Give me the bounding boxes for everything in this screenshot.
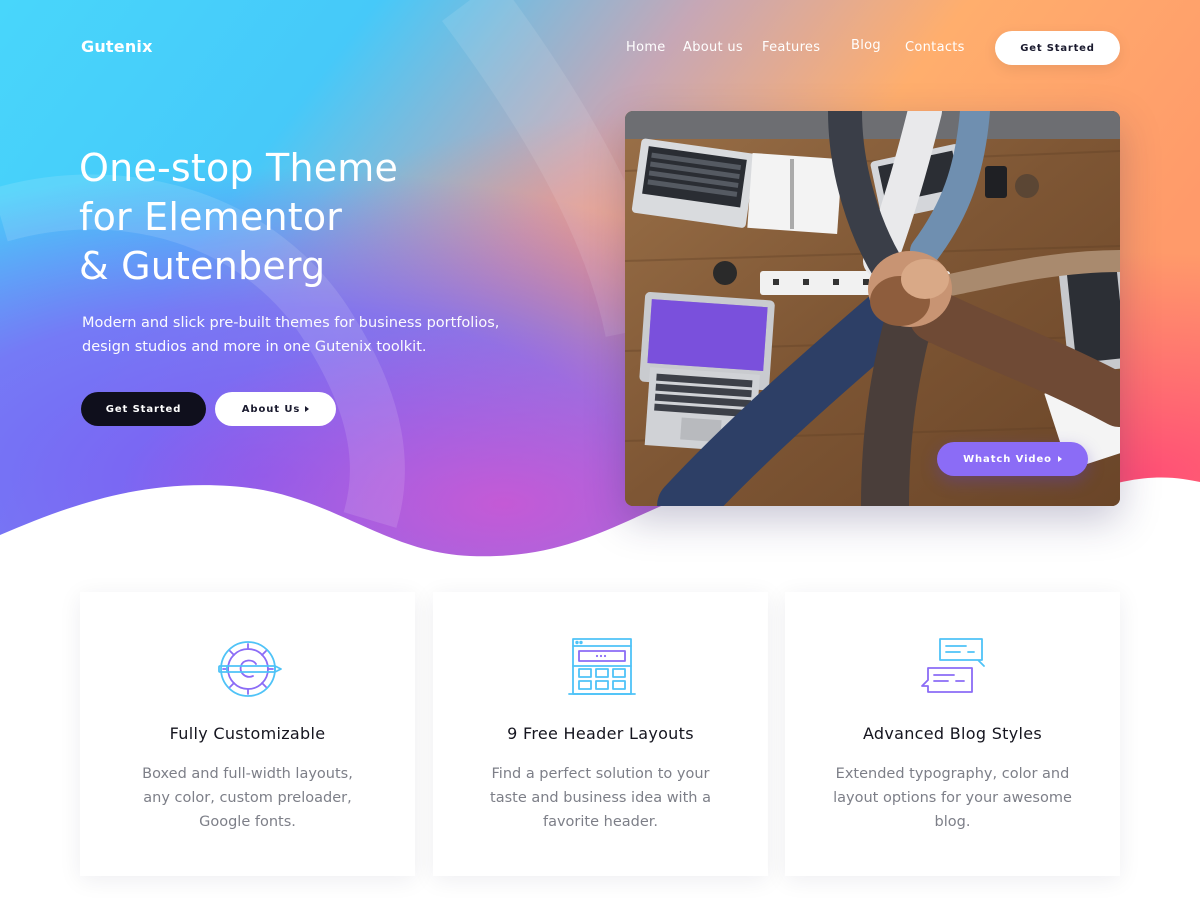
feature-description-line: Find a perfect solution to your [491, 766, 710, 782]
feature-description: Find a perfect solution to your taste an… [478, 762, 723, 834]
play-arrow-icon [1057, 456, 1062, 462]
feature-description-line: Boxed and full-width layouts, [142, 766, 353, 782]
header-get-started-button[interactable]: Get Started [995, 31, 1120, 65]
nav-item-about-us[interactable]: About us [683, 40, 743, 55]
hero-title-line: & Gutenberg [79, 244, 326, 288]
browser-layout-icon [566, 634, 636, 704]
feature-description-line: any color, custom preloader, [143, 790, 352, 806]
feature-description: Extended typography, color and layout op… [830, 762, 1075, 834]
feature-title: 9 Free Header Layouts [507, 724, 694, 743]
feature-card: 9 Free Header Layouts Find a perfect sol… [433, 592, 768, 876]
feature-description-line: Google fonts. [199, 814, 296, 830]
hero-subtitle-line: Modern and slick pre-built themes for bu… [82, 315, 500, 331]
hero-subtitle-line: design studios and more in one Gutenix t… [82, 339, 427, 355]
feature-title: Fully Customizable [169, 724, 326, 743]
hero-get-started-button[interactable]: Get Started [81, 392, 206, 426]
hero-subtitle: Modern and slick pre-built themes for bu… [82, 311, 542, 359]
chat-bubbles-icon [918, 634, 988, 704]
feature-description-line: layout options for your awesome [833, 790, 1072, 806]
feature-description: Boxed and full-width layouts, any color,… [125, 762, 370, 834]
feature-description-line: blog. [934, 814, 971, 830]
gear-pencil-icon [213, 634, 283, 704]
hero-title: One-stop Theme for Elementor & Gutenberg [79, 144, 559, 291]
feature-description-line: taste and business idea with a [490, 790, 711, 806]
hero-get-started-label: Get Started [105, 403, 182, 415]
hero-about-us-button[interactable]: About Us [215, 392, 336, 426]
watch-video-label: Whatch Video [963, 453, 1052, 465]
nav-item-home[interactable]: Home [626, 40, 666, 55]
feature-card: Advanced Blog Styles Extended typography… [785, 592, 1120, 876]
feature-card: Fully Customizable Boxed and full-width … [80, 592, 415, 876]
feature-description-line: favorite header. [542, 814, 658, 830]
hero-about-us-label: About Us [241, 403, 301, 415]
feature-description-line: Extended typography, color and [835, 766, 1070, 782]
play-arrow-icon [305, 406, 310, 412]
feature-title: Advanced Blog Styles [862, 724, 1043, 743]
hero-title-line: for Elementor [79, 195, 343, 239]
watch-video-button[interactable]: Whatch Video [937, 442, 1088, 476]
nav-item-features[interactable]: Features [762, 40, 820, 55]
nav-item-contacts[interactable]: Contacts [905, 40, 965, 55]
hero-title-line: One-stop Theme [79, 146, 399, 190]
nav-item-blog[interactable]: Blog [851, 38, 881, 53]
